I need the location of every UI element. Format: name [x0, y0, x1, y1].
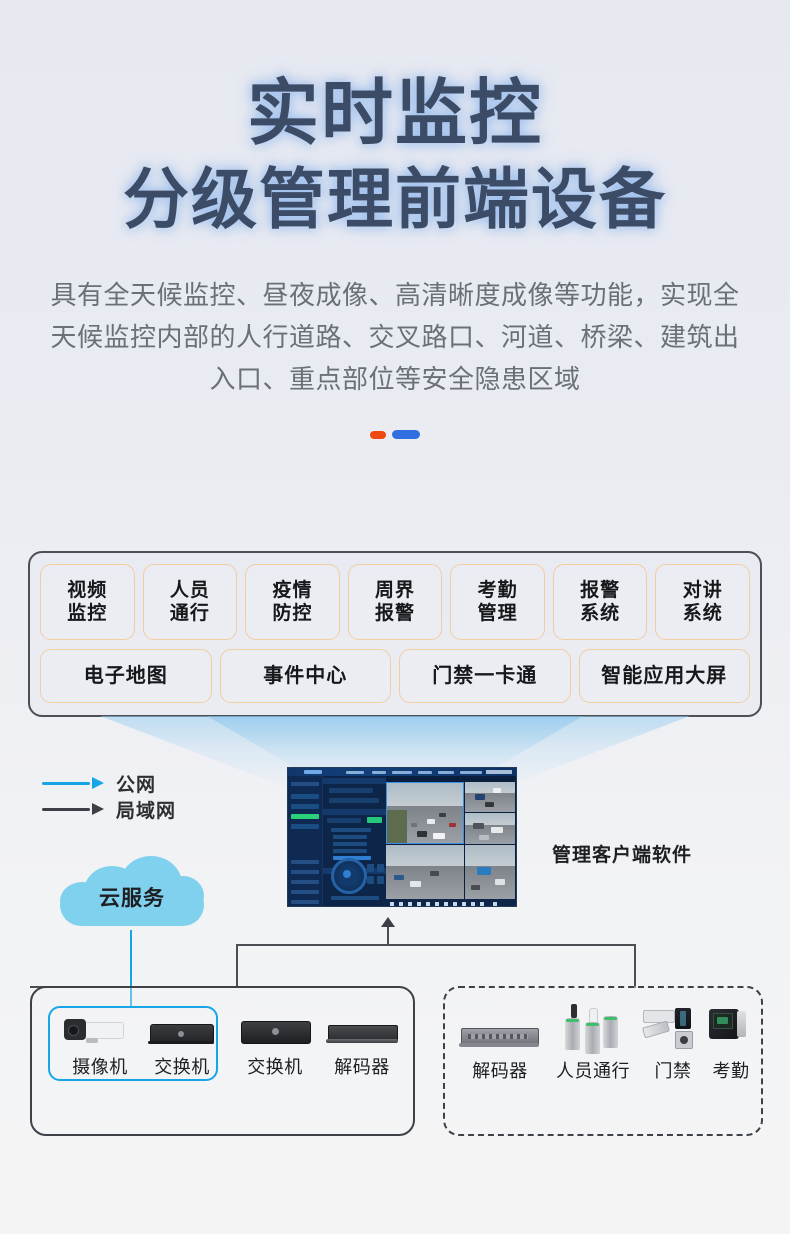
vms-sidebar[interactable] [288, 776, 322, 906]
cloud-service-node: 云服务 [58, 856, 206, 934]
device-camera[interactable]: 摄像机 [60, 1010, 140, 1079]
lan-device-group: 摄像机 交换机 交换机 解码器 [30, 986, 415, 1136]
device-turnstile[interactable]: 人员通行 [545, 1004, 641, 1083]
vms-body [288, 776, 516, 906]
bullet-camera-icon [60, 1010, 140, 1050]
attendance-terminal-icon [703, 1006, 759, 1054]
cloud-label: 云服务 [99, 887, 165, 910]
device-label: 摄像机 [72, 1057, 128, 1077]
bus-left-drop [236, 944, 238, 988]
vms-video-wall[interactable] [386, 776, 516, 906]
device-label: 解码器 [472, 1061, 528, 1081]
vms-window-controls[interactable] [486, 770, 512, 774]
feature-modules-panel: 视频 监控 人员 通行 疫情 防控 周界 报警 考勤 管理 报警 系统 对讲 系… [28, 551, 762, 717]
device-attendance[interactable]: 考勤 [703, 1006, 759, 1083]
decoder-icon [322, 1010, 402, 1050]
device-switch-lan[interactable]: 交换机 [142, 1010, 222, 1079]
legend-label-public: 公网 [116, 774, 157, 796]
vms-titlebar [288, 768, 516, 776]
feature-label-line2: 系统 [682, 603, 723, 624]
camera-pane-1[interactable] [386, 782, 464, 844]
lan-arrow-icon [42, 803, 104, 815]
feature-label-line1: 疫情 [272, 579, 313, 601]
page-root: 实时监控 分级管理前端设备 具有全天候监控、昼夜成像、高清晰度成像等功能，实现全… [0, 0, 790, 1234]
switch-icon [235, 1010, 315, 1050]
bus-right-drop [634, 944, 636, 988]
feature-video-monitor[interactable]: 视频 监控 [40, 564, 135, 640]
vms-playback-toolbar[interactable] [386, 899, 516, 906]
device-label: 门禁 [654, 1061, 692, 1081]
management-client-label: 管理客户端软件 [552, 845, 693, 866]
ptz-control-dial[interactable] [331, 858, 367, 894]
turnstile-icon [545, 1004, 641, 1054]
network-legend: 公网 局域网 [42, 770, 176, 822]
feature-perimeter-alarm[interactable]: 周界 报警 [347, 564, 443, 640]
device-decoder-rack[interactable]: 解码器 [457, 1014, 543, 1083]
feature-event-center[interactable]: 事件中心 [219, 649, 391, 703]
device-switch-core[interactable]: 交换机 [235, 1010, 315, 1079]
switch-icon [142, 1010, 222, 1050]
feature-label-line2: 监控 [67, 603, 108, 624]
public-network-arrow-icon [42, 777, 104, 789]
decorative-divider [0, 430, 790, 440]
camera-pane-2[interactable] [465, 782, 515, 812]
peripheral-device-group: 解码器 人员通行 门禁 考勤 [443, 986, 763, 1136]
page-title-line-1: 实时监控 [246, 74, 543, 154]
device-label: 考勤 [712, 1061, 750, 1081]
device-access-control[interactable]: 门禁 [641, 1006, 705, 1083]
feature-label-line1: 人员 [169, 579, 210, 601]
decoder-rack-icon [457, 1014, 543, 1054]
camera-pane-5[interactable] [465, 845, 515, 899]
feature-intercom-system[interactable]: 对讲 系统 [655, 564, 751, 640]
feature-alarm-system[interactable]: 报警 系统 [552, 564, 648, 640]
legend-label-lan: 局域网 [116, 800, 177, 822]
feature-label-line2: 报警 [375, 603, 416, 624]
distribution-bus [236, 944, 636, 946]
page-subtitle: 具有全天候监控、昼夜成像、高清晰度成像等功能，实现全天候监控内部的人行道路、交叉… [50, 280, 740, 395]
vms-logo-icon [304, 770, 322, 774]
camera-pane-4[interactable] [386, 845, 464, 899]
device-label: 交换机 [247, 1057, 303, 1077]
management-client-monitor [287, 767, 517, 907]
page-title-line-2: 分级管理前端设备 [123, 162, 667, 236]
feature-row-primary: 视频 监控 人员 通行 疫情 防控 周界 报警 考勤 管理 报警 系统 对讲 系… [40, 564, 751, 640]
device-label: 人员通行 [556, 1061, 630, 1081]
device-label: 交换机 [154, 1057, 210, 1077]
legend-item-lan: 局域网 [42, 796, 176, 822]
feature-attendance-mgmt[interactable]: 考勤 管理 [450, 564, 545, 640]
uplink-arrow-icon [381, 917, 395, 927]
feature-label-line1: 视频 [67, 579, 108, 601]
feature-epidemic-control[interactable]: 疫情 防控 [245, 564, 340, 640]
feature-label-line1: 对讲 [682, 579, 723, 601]
divider-dot-blue [392, 430, 420, 440]
legend-item-public-network: 公网 [42, 770, 176, 796]
feature-smart-bigscreen[interactable]: 智能应用大屏 [578, 649, 750, 703]
vms-sidebar-active-item[interactable] [291, 814, 319, 819]
feature-label-line1: 周界 [375, 579, 416, 601]
feature-row-secondary: 电子地图 事件中心 门禁一卡通 智能应用大屏 [40, 649, 750, 703]
feature-label-line2: 管理 [477, 603, 518, 624]
camera-pane-3[interactable] [465, 813, 515, 844]
vms-save-button[interactable] [367, 817, 382, 823]
feature-access-card[interactable]: 门禁一卡通 [399, 649, 571, 703]
hero-section: 实时监控 分级管理前端设备 具有全天候监控、昼夜成像、高清晰度成像等功能，实现全… [0, 0, 790, 440]
divider-dot-orange [370, 430, 386, 439]
device-decoder[interactable]: 解码器 [322, 1010, 402, 1079]
feature-label-line1: 报警 [580, 579, 621, 601]
vms-config-pane[interactable] [322, 776, 386, 906]
feature-electronic-map[interactable]: 电子地图 [40, 649, 212, 703]
feature-personnel-access[interactable]: 人员 通行 [142, 564, 238, 640]
device-label: 解码器 [334, 1057, 390, 1077]
feature-label-line2: 通行 [169, 603, 210, 624]
feature-label-line2: 系统 [580, 603, 621, 624]
access-control-icon [641, 1006, 705, 1054]
feature-label-line2: 防控 [272, 603, 313, 624]
feature-label-line1: 考勤 [477, 579, 518, 601]
uplink-wire [387, 927, 389, 945]
